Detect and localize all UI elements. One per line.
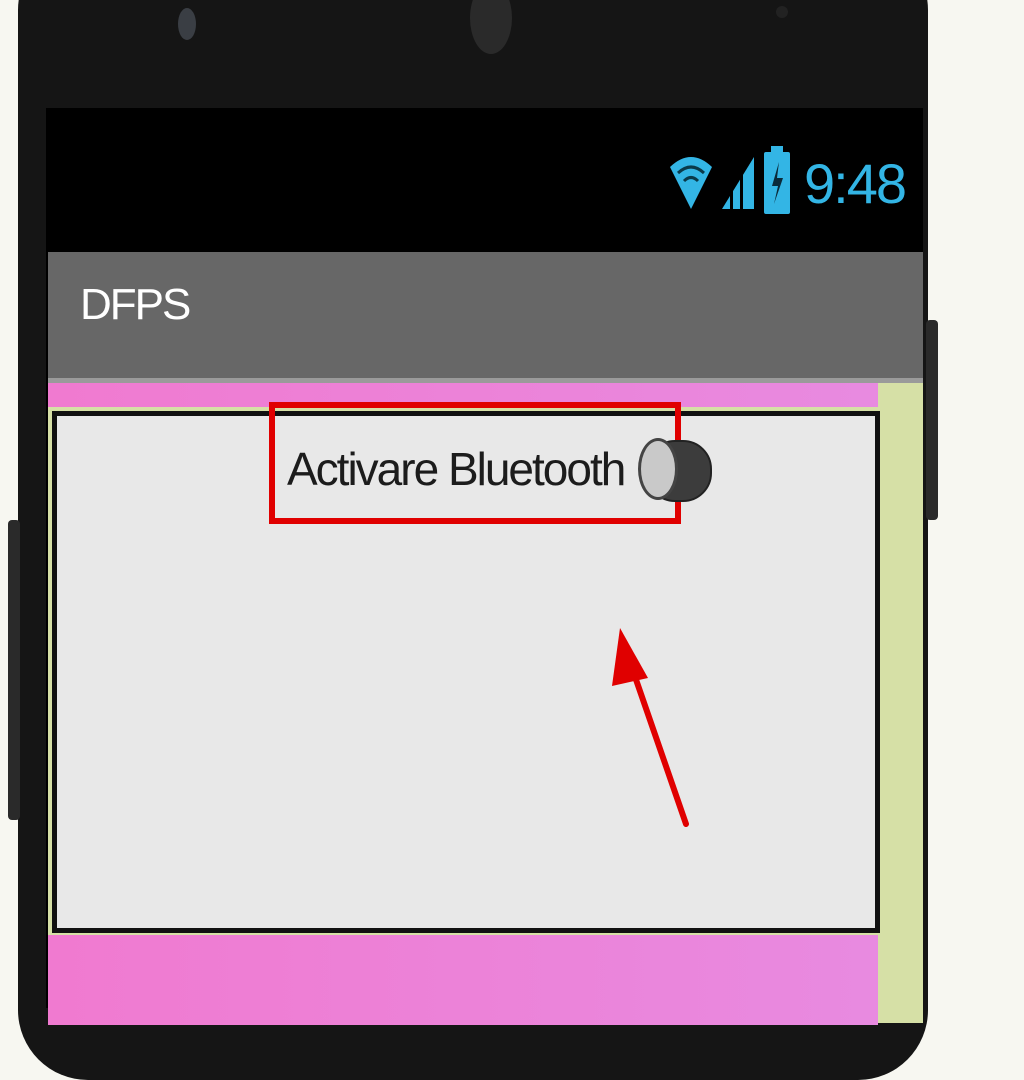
app-title: DFPS	[80, 280, 191, 329]
proximity-sensor	[776, 6, 788, 18]
bluetooth-switch[interactable]	[638, 436, 713, 502]
status-time: 9:48	[804, 151, 907, 215]
front-camera	[178, 8, 196, 40]
action-bar: DFPS	[48, 252, 923, 383]
phone-frame: 9:48 DFPS Activare Bluetooth	[18, 0, 928, 1080]
bluetooth-row[interactable]: Activare Bluetooth	[287, 436, 713, 502]
signal-icon	[720, 149, 756, 218]
main-arrangement: Activare Bluetooth	[52, 402, 880, 933]
status-bar: 9:48	[46, 108, 923, 252]
power-button	[926, 320, 938, 520]
app-content: Activare Bluetooth	[48, 383, 923, 1025]
bluetooth-label: Activare Bluetooth	[287, 443, 626, 495]
phone-screen: 9:48 DFPS Activare Bluetooth	[46, 108, 923, 1025]
bottom-color-strip	[48, 935, 878, 1025]
battery-charging-icon	[762, 146, 792, 221]
earpiece-speaker	[470, 0, 512, 54]
wifi-icon	[668, 149, 714, 218]
status-icons: 9:48	[668, 146, 907, 221]
volume-button	[8, 520, 20, 820]
